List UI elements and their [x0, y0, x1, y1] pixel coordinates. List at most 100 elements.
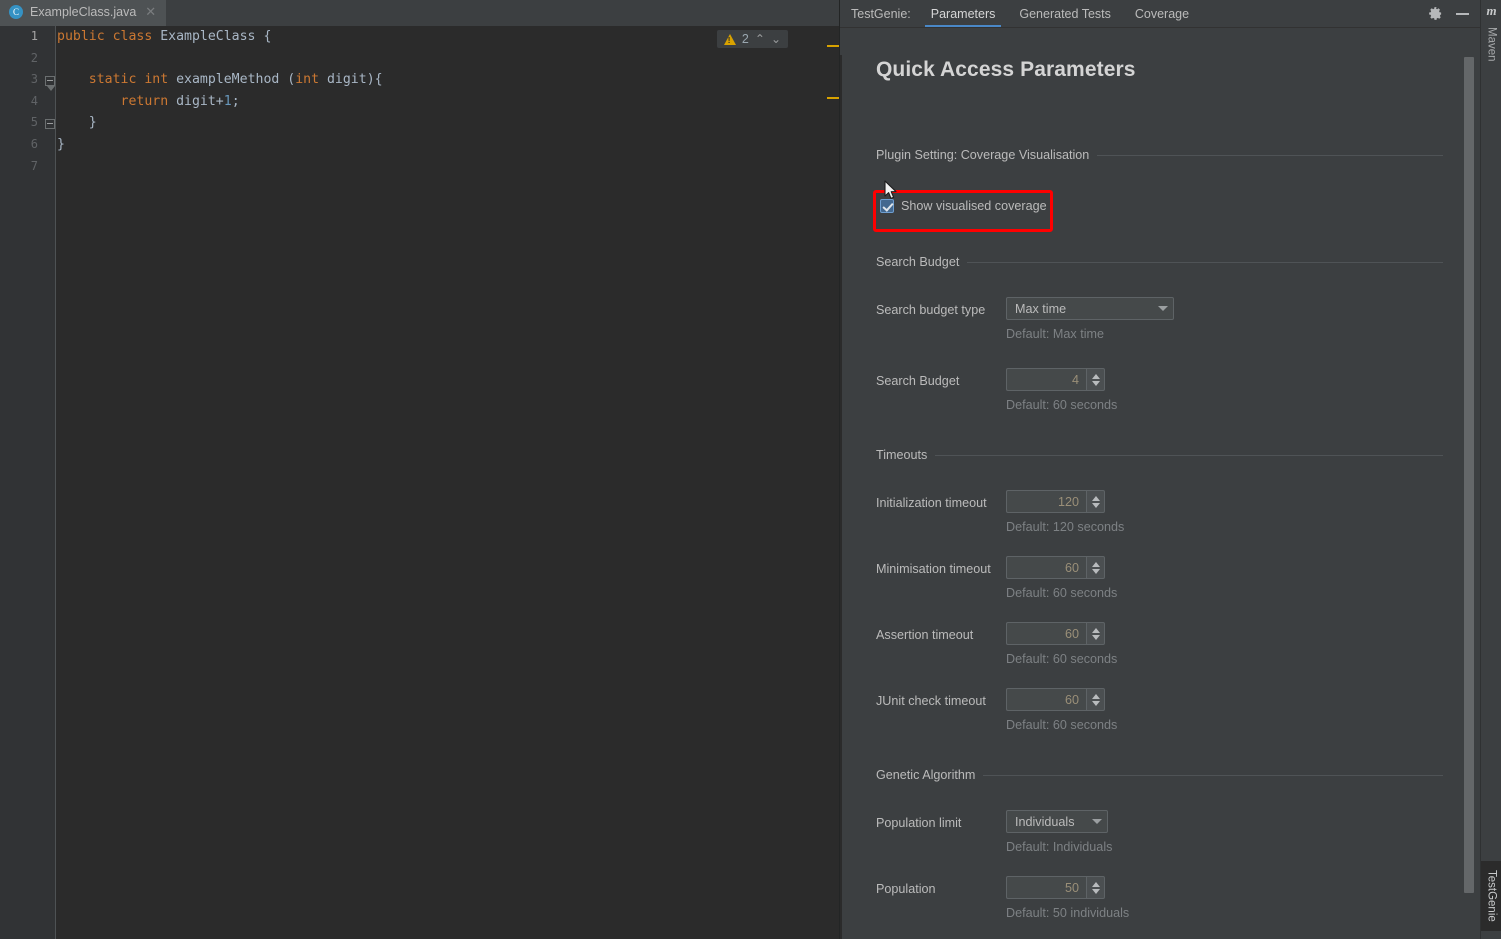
editor-gutter[interactable]: 1 2 3 4 5 6 7: [0, 26, 44, 939]
chevron-down-icon[interactable]: [1087, 819, 1107, 824]
spinner-junit-check-timeout[interactable]: 60: [1006, 688, 1105, 711]
spinner-value[interactable]: 60: [1006, 688, 1086, 711]
testgenie-body: Quick Access Parameters Plugin Setting: …: [840, 27, 1480, 939]
chevron-up-icon[interactable]: ⌃: [755, 33, 765, 45]
checkbox-show-visualised-coverage[interactable]: Show visualised coverage: [880, 199, 1047, 213]
line-number: 5: [30, 115, 38, 130]
spinner-down-icon[interactable]: [1091, 380, 1100, 386]
tool-window-button-maven[interactable]: Maven: [1481, 20, 1501, 68]
line-number: 3: [30, 72, 38, 87]
tab-coverage-label: Coverage: [1134, 6, 1190, 21]
default-search-budget-type: Default: Max time: [1006, 327, 1104, 341]
spinner-down-icon[interactable]: [1091, 568, 1100, 574]
tab-generated-tests[interactable]: Generated Tests: [1007, 0, 1123, 27]
code-line[interactable]: return digit+1;: [57, 94, 240, 109]
maven-icon[interactable]: m: [1481, 2, 1501, 20]
code-line[interactable]: }: [57, 115, 97, 130]
code-token: public: [57, 29, 113, 44]
fold-marker-icon[interactable]: [45, 76, 55, 91]
warning-marker[interactable]: [827, 45, 839, 47]
spinner-assertion-timeout[interactable]: 60: [1006, 622, 1105, 645]
minimize-icon[interactable]: [1456, 7, 1469, 20]
spinner-down-icon[interactable]: [1091, 634, 1100, 640]
code-token: static: [57, 72, 145, 88]
testgenie-panel: TestGenie: Parameters Generated Tests Co…: [840, 0, 1480, 939]
spinner-up-icon[interactable]: [1091, 373, 1100, 379]
label-initialization-timeout: Initialization timeout: [876, 496, 987, 510]
line-number: 6: [30, 137, 38, 151]
spinner-buttons[interactable]: [1086, 688, 1105, 711]
section-rule: [1097, 154, 1443, 156]
code-token: ;: [231, 93, 240, 109]
spinner-down-icon[interactable]: [1091, 700, 1100, 706]
code-token: int: [295, 72, 327, 88]
scrollbar-thumb[interactable]: [1464, 57, 1474, 893]
default-population: Default: 50 individuals: [1006, 906, 1130, 920]
spinner-buttons[interactable]: [1086, 622, 1105, 645]
spinner-up-icon[interactable]: [1091, 495, 1100, 501]
chevron-down-icon[interactable]: [1153, 306, 1173, 311]
checkbox-checked-icon[interactable]: [880, 199, 894, 213]
code-line[interactable]: }: [57, 137, 65, 152]
parameters-form: Quick Access Parameters Plugin Setting: …: [840, 28, 1457, 939]
spinner-buttons[interactable]: [1086, 876, 1105, 899]
testgenie-title-label: TestGenie:: [851, 6, 911, 21]
editor-marker-track[interactable]: [826, 26, 840, 939]
spinner-value[interactable]: 60: [1006, 556, 1086, 579]
gear-icon[interactable]: [1428, 6, 1443, 21]
fold-marker-end-icon[interactable]: [45, 119, 55, 129]
panel-actions: [1428, 6, 1480, 21]
spinner-population[interactable]: 50: [1006, 876, 1105, 899]
spinner-value[interactable]: 60: [1006, 622, 1086, 645]
spinner-down-icon[interactable]: [1091, 502, 1100, 508]
label-search-budget-type: Search budget type: [876, 303, 986, 317]
code-fold-strip[interactable]: [44, 26, 56, 939]
testgenie-header: TestGenie: Parameters Generated Tests Co…: [840, 0, 1480, 27]
spinner-up-icon[interactable]: [1091, 693, 1100, 699]
warning-icon: [723, 33, 736, 45]
line-number: 2: [30, 50, 38, 65]
spinner-up-icon[interactable]: [1091, 561, 1100, 567]
spinner-minimisation-timeout[interactable]: 60: [1006, 556, 1105, 579]
code-line[interactable]: static int exampleMethod (int digit){: [57, 72, 383, 87]
close-icon[interactable]: ✕: [145, 6, 156, 19]
dropdown-value: Max time: [1015, 301, 1067, 316]
default-initialization-timeout: Default: 120 seconds: [1006, 520, 1125, 534]
app-root: C ExampleClass.java ✕ 1 2 3 4 5 6 7 public cla…: [0, 0, 1501, 939]
spinner-value[interactable]: 120: [1006, 490, 1086, 513]
spinner-up-icon[interactable]: [1091, 881, 1100, 887]
tab-parameters[interactable]: Parameters: [919, 0, 1008, 27]
tab-generated-tests-label: Generated Tests: [1019, 6, 1111, 21]
spinner-value[interactable]: 50: [1006, 876, 1086, 899]
java-class-icon: C: [9, 5, 23, 19]
code-line[interactable]: public class ExampleClass {: [57, 29, 271, 44]
section-timeouts-label: Timeouts: [876, 448, 928, 462]
spinner-initialization-timeout[interactable]: 120: [1006, 490, 1105, 513]
chevron-down-icon[interactable]: ⌄: [771, 33, 781, 45]
label-minimisation-timeout: Minimisation timeout: [876, 562, 991, 576]
default-population-limit: Default: Individuals: [1006, 840, 1113, 854]
code-token: {: [255, 29, 272, 44]
warning-marker[interactable]: [827, 97, 839, 99]
label-search-budget: Search Budget: [876, 374, 960, 388]
tab-coverage[interactable]: Coverage: [1123, 0, 1201, 27]
inspection-widget[interactable]: 2 ⌃ ⌄: [716, 30, 788, 48]
dropdown-population-limit[interactable]: Individuals: [1006, 810, 1108, 833]
tool-window-button-testgenie[interactable]: TestGenie: [1481, 861, 1501, 931]
panel-scrollbar[interactable]: [1464, 57, 1474, 893]
spinner-value[interactable]: 4: [1006, 368, 1086, 391]
spinner-down-icon[interactable]: [1091, 888, 1100, 894]
section-genetic-algorithm-label: Genetic Algorithm: [876, 768, 976, 782]
tab-parameters-label: Parameters: [930, 6, 996, 21]
spinner-buttons[interactable]: [1086, 490, 1105, 513]
spinner-up-icon[interactable]: [1091, 627, 1100, 633]
spinner-search-budget[interactable]: 4: [1006, 368, 1105, 391]
right-tool-strip: m Maven TestGenie: [1480, 0, 1501, 939]
code-text-area[interactable]: public class ExampleClass { static int e…: [57, 26, 840, 939]
spinner-buttons[interactable]: [1086, 368, 1105, 391]
spinner-buttons[interactable]: [1086, 556, 1105, 579]
section-rule: [935, 454, 1443, 456]
editor-tab-exampleclass[interactable]: C ExampleClass.java ✕: [0, 0, 167, 26]
dropdown-search-budget-type[interactable]: Max time: [1006, 297, 1174, 320]
checkbox-label: Show visualised coverage: [901, 199, 1047, 213]
